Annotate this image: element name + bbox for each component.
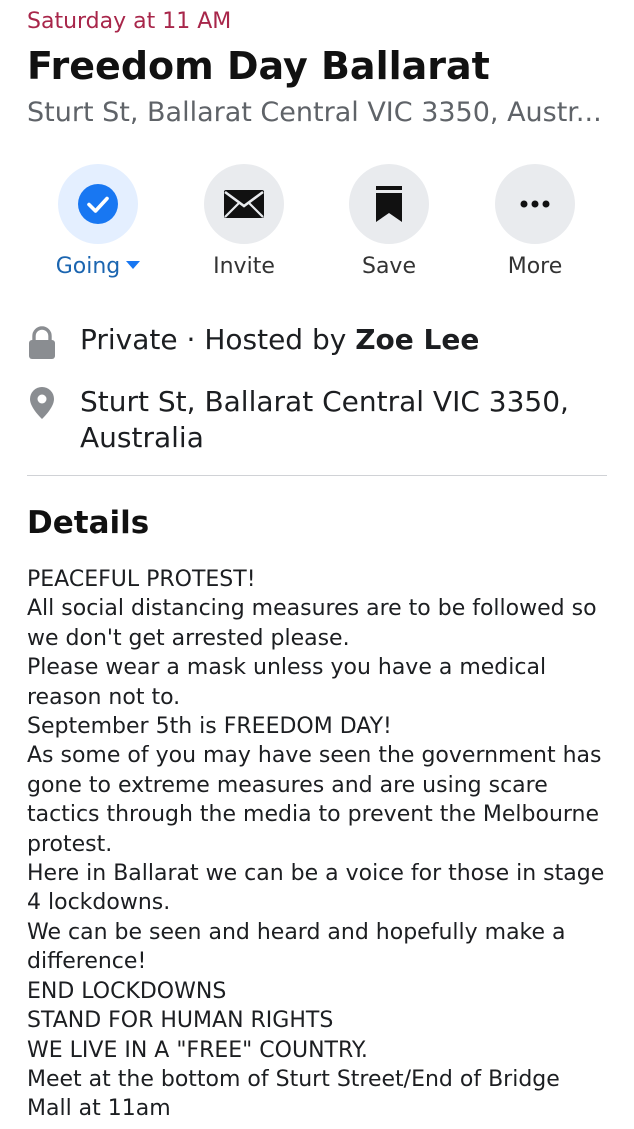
details-line: WE LIVE IN A "FREE" COUNTRY.: [27, 1037, 368, 1063]
check-circle-icon: [78, 184, 118, 224]
bookmark-icon: [376, 186, 402, 222]
details-line: difference!: [27, 949, 147, 975]
location-row[interactable]: Sturt St, Ballarat Central VIC 3350, Aus…: [27, 384, 607, 460]
location-text[interactable]: Sturt St, Ballarat Central VIC 3350, Aus…: [80, 384, 600, 456]
details-line: 4 lockdowns.: [27, 890, 171, 916]
details-line: Meet at the bottom of Sturt Street/End o…: [27, 1066, 560, 1092]
details-line: September 5th is FREEDOM DAY!: [27, 714, 392, 740]
map-pin-icon: [30, 387, 54, 419]
details-line: PEACEFUL PROTEST!: [27, 567, 256, 592]
location-line-2: Australia: [80, 421, 204, 454]
details-line: protest.: [27, 831, 113, 857]
more-button[interactable]: More: [475, 164, 595, 279]
details-body: PEACEFUL PROTEST! All social distancing …: [27, 565, 627, 1124]
caret-down-icon[interactable]: [126, 261, 141, 269]
more-icon-circle[interactable]: [495, 164, 575, 244]
details-line: We can be seen and heard and hopefully m…: [27, 919, 566, 945]
details-line: Mall at 11am: [27, 1096, 171, 1122]
invite-label[interactable]: Invite: [184, 254, 304, 279]
invite-button[interactable]: Invite: [184, 164, 304, 279]
save-label[interactable]: Save: [329, 254, 449, 279]
details-line: END LOCKDOWNS: [27, 978, 227, 1004]
privacy-text: Private · Hosted by Zoe Lee: [80, 322, 600, 358]
details-line: reason not to.: [27, 684, 181, 710]
ellipsis-icon: [520, 200, 550, 208]
event-actions: Going Invite Save More: [0, 164, 634, 284]
details-line: All social distancing measures are to be…: [27, 596, 597, 622]
privacy-label: Private · Hosted by: [80, 323, 356, 356]
going-label-text: Going: [55, 254, 121, 279]
details-line: we don't get arrested please.: [27, 625, 350, 651]
envelope-icon: [224, 190, 264, 218]
event-title: Freedom Day Ballarat: [27, 44, 490, 88]
event-date: Saturday at 11 AM: [27, 9, 232, 34]
going-button[interactable]: Going: [38, 164, 158, 279]
save-button[interactable]: Save: [329, 164, 449, 279]
location-line-1: Sturt St, Ballarat Central VIC 3350,: [80, 385, 569, 418]
going-icon-circle[interactable]: [58, 164, 138, 244]
more-label[interactable]: More: [475, 254, 595, 279]
details-line: Here in Ballarat we can be a voice for t…: [27, 861, 605, 887]
lock-icon: [29, 326, 55, 359]
privacy-row: Private · Hosted by Zoe Lee: [27, 322, 607, 362]
details-line: As some of you may have seen the governm…: [27, 743, 602, 769]
host-name[interactable]: Zoe Lee: [355, 323, 479, 356]
details-line: Please wear a mask unless you have a med…: [27, 655, 547, 681]
details-line: tactics through the media to prevent the…: [27, 802, 600, 828]
divider: [27, 475, 607, 476]
details-heading: Details: [27, 505, 150, 541]
invite-icon-circle[interactable]: [204, 164, 284, 244]
save-icon-circle[interactable]: [349, 164, 429, 244]
details-line: gone to extreme measures and are using s…: [27, 772, 548, 798]
going-label[interactable]: Going: [38, 254, 158, 279]
event-page: Saturday at 11 AM Freedom Day Ballarat S…: [0, 0, 634, 1129]
event-location-summary[interactable]: Sturt St, Ballarat Central VIC 3350, Aus…: [27, 97, 607, 128]
details-line: STAND FOR HUMAN RIGHTS: [27, 1008, 334, 1034]
